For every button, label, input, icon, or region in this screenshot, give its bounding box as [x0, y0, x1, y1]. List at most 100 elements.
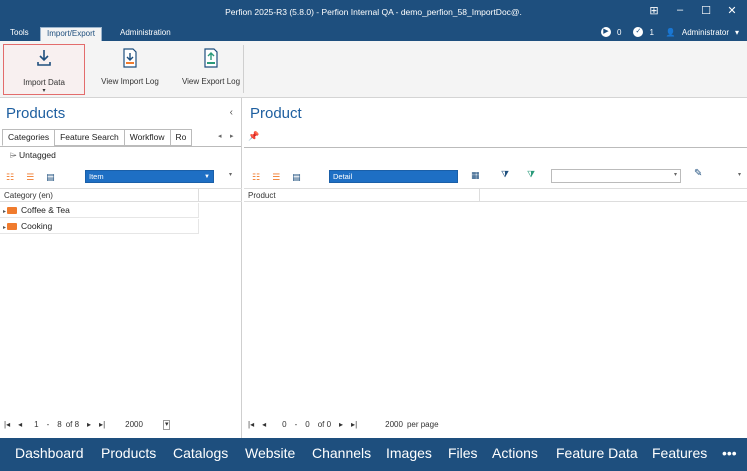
table-row[interactable]: ▸ Coffee & Tea — [0, 203, 199, 218]
grid-view-icon[interactable]: ▤ — [46, 172, 55, 183]
minimize-button[interactable]: – — [673, 4, 687, 17]
tag-icon: ⌲ — [10, 150, 17, 160]
prev-page-icon[interactable]: ◂ — [262, 417, 266, 433]
expand-icon[interactable]: ▸ — [3, 209, 6, 215]
bottom-nav: Dashboard Products Catalogs Website Chan… — [0, 438, 747, 471]
import-log-icon — [123, 48, 137, 68]
page-size-dropdown-icon[interactable]: ▾ — [162, 420, 171, 430]
column-product[interactable]: Product — [244, 191, 276, 200]
folder-icon — [7, 223, 18, 230]
status-area: ▶ 0 ✓ 1 👤 Administrator ▾ — [600, 27, 739, 37]
grid-header: Product — [244, 188, 747, 202]
panel-title-product: Product — [250, 105, 302, 122]
left-toolbar: ☷ ☰ ▤ — [6, 168, 55, 186]
page-current: 1 — [34, 420, 39, 429]
row-label: Cooking — [21, 221, 53, 231]
nav-catalogs[interactable]: Catalogs — [173, 445, 228, 461]
panel-title-products: Products — [6, 105, 66, 122]
page-of: of 0 — [317, 420, 332, 429]
user-menu[interactable]: Administrator — [682, 28, 729, 37]
nav-products[interactable]: Products — [101, 445, 156, 461]
user-icon: 👤 — [665, 27, 676, 37]
first-page-icon[interactable]: |◂ — [4, 417, 10, 433]
close-button[interactable]: ✕ — [725, 4, 739, 17]
product-panel: Product 📌 ☷ ☰ ▤ Detail ▦ ⧩ ⧩ ▾ ✎ ▾ Produ… — [244, 98, 747, 438]
filter-apply-icon[interactable]: ⧩ — [527, 169, 535, 180]
page-from: 0 — [282, 420, 287, 429]
filter-clear-icon[interactable]: ⧩ — [501, 169, 509, 180]
column-divider — [479, 189, 480, 202]
filter-select[interactable]: ▾ — [551, 169, 681, 183]
play-icon[interactable]: ▶ — [600, 27, 611, 37]
nav-channels[interactable]: Channels — [312, 445, 371, 461]
menu-bar: Tools Import/Export Administration ▶ 0 ✓… — [0, 25, 747, 41]
first-page-icon[interactable]: |◂ — [248, 417, 254, 433]
tab-administration[interactable]: Administration — [114, 27, 177, 41]
expand-icon[interactable]: ▸ — [3, 225, 6, 231]
columns-icon[interactable]: ▦ — [471, 170, 480, 181]
scroll-tabs-left-icon[interactable]: ◂ — [218, 132, 222, 140]
check-icon[interactable]: ✓ — [633, 27, 644, 37]
ribbon-divider — [243, 45, 244, 93]
next-page-icon[interactable]: ▸ — [87, 417, 91, 433]
page-size[interactable]: 2000 — [125, 417, 143, 433]
right-pager: |◂ ◂ 0 - 0 of 0 ▸ ▸| 2000 per page — [248, 417, 548, 433]
products-panel: Products ‹ Categories Feature Search Wor… — [0, 98, 242, 438]
view-import-log-label: View Import Log — [101, 77, 159, 86]
layout-icon[interactable]: ⊞ — [647, 4, 661, 17]
maximize-button[interactable]: ☐ — [699, 4, 713, 17]
page-dash: - — [46, 420, 50, 429]
view-export-log-button[interactable]: View Export Log — [176, 44, 246, 95]
untagged-label: Untagged — [19, 150, 56, 160]
last-page-icon[interactable]: ▸| — [351, 417, 357, 433]
tab-categories[interactable]: Categories — [2, 129, 56, 146]
running-count: 0 — [616, 27, 622, 37]
column-divider — [198, 189, 199, 202]
tab-workflow[interactable]: Workflow — [123, 129, 171, 146]
chevron-down-icon[interactable]: ▾ — [735, 28, 739, 37]
scroll-tabs-right-icon[interactable]: ▸ — [230, 132, 234, 140]
view-import-log-button[interactable]: View Import Log — [95, 44, 165, 95]
grid-view-icon[interactable]: ▤ — [292, 172, 301, 183]
tab-import-export[interactable]: Import/Export — [40, 27, 103, 41]
nav-dashboard[interactable]: Dashboard — [15, 445, 84, 461]
page-to: 0 — [305, 420, 310, 429]
last-page-icon[interactable]: ▸| — [99, 417, 105, 433]
page-to: 8 — [57, 420, 62, 429]
edit-icon[interactable]: ✎ — [694, 168, 702, 179]
chevron-down-icon[interactable]: ▾ — [229, 171, 232, 178]
prev-page-icon[interactable]: ◂ — [18, 417, 22, 433]
import-data-button[interactable]: Import Data ▾ — [3, 44, 85, 95]
next-page-icon[interactable]: ▸ — [339, 417, 343, 433]
list-icon[interactable]: ☰ — [272, 172, 280, 183]
nav-actions[interactable]: Actions — [492, 445, 538, 461]
tabs-divider — [0, 146, 241, 147]
grid-header: Category (en) — [0, 188, 242, 202]
nav-files[interactable]: Files — [448, 445, 478, 461]
more-icon[interactable]: ••• — [722, 445, 737, 461]
chevron-down-icon: ▾ — [42, 88, 46, 94]
tab-tools[interactable]: Tools — [4, 27, 35, 41]
view-select-value: Item — [89, 172, 104, 181]
list-icon[interactable]: ☰ — [26, 172, 34, 183]
column-category[interactable]: Category (en) — [0, 191, 53, 200]
tab-ro[interactable]: Ro — [169, 129, 193, 146]
page-size[interactable]: 2000 — [385, 417, 403, 433]
chevron-down-icon[interactable]: ▾ — [738, 171, 741, 178]
nav-feature-data[interactable]: Feature Data — [556, 445, 638, 461]
tree-icon[interactable]: ☷ — [6, 172, 14, 183]
collapse-icon[interactable]: ‹ — [230, 107, 233, 118]
nav-website[interactable]: Website — [245, 445, 295, 461]
tree-icon[interactable]: ☷ — [252, 172, 260, 183]
pin-icon[interactable]: 📌 — [248, 131, 259, 142]
chevron-down-icon: ▼ — [204, 174, 210, 180]
nav-features[interactable]: Features — [652, 445, 707, 461]
window-controls: ⊞ – ☐ ✕ — [647, 4, 739, 17]
page-of: of 8 — [65, 420, 80, 429]
view-select-detail[interactable]: Detail — [329, 170, 458, 183]
table-row[interactable]: ▸ Cooking — [0, 219, 199, 234]
view-select-item[interactable]: Item ▼ — [85, 170, 214, 183]
tab-feature-search[interactable]: Feature Search — [54, 129, 125, 146]
nav-images[interactable]: Images — [386, 445, 432, 461]
untagged-filter[interactable]: ⌲ Untagged — [10, 150, 56, 161]
